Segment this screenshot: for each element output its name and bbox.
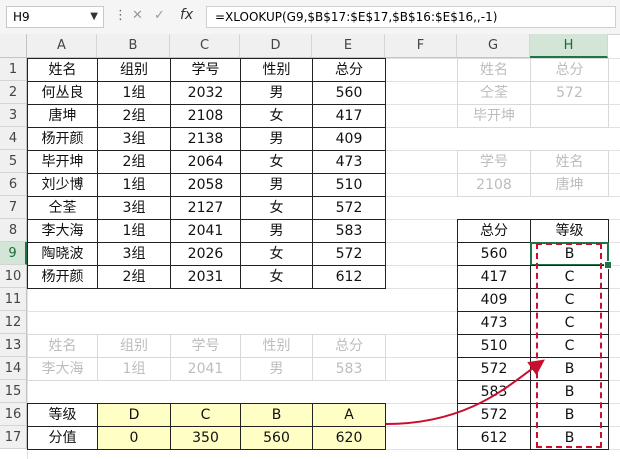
formula-bar: H9 ▼ ⋮ ✕ ✓ fx =XLOOKUP(G9,$B$17:$E$17,$B… [0,0,620,35]
name-box-value: H9 [13,10,30,24]
fx-icon[interactable]: fx [180,7,193,23]
check-icon[interactable]: ✓ [154,8,165,23]
close-icon[interactable]: ✕ [132,8,143,23]
formula-input[interactable]: =XLOOKUP(G9,$B$17:$E$17,$B$16:$E$16,,-1) [206,6,616,28]
name-box[interactable]: H9 ▼ [6,6,104,28]
worksheet-grid[interactable]: ABCDEFGH 1 2 3 4 5 6 7 8 9 10 11 12 13 14 15 16 17 姓名 组别学… [0,34,620,459]
chevron-down-icon[interactable]: ▼ [90,7,98,27]
annotation-arrow [385,359,545,425]
more-options-icon[interactable]: ⋮ [114,8,127,23]
